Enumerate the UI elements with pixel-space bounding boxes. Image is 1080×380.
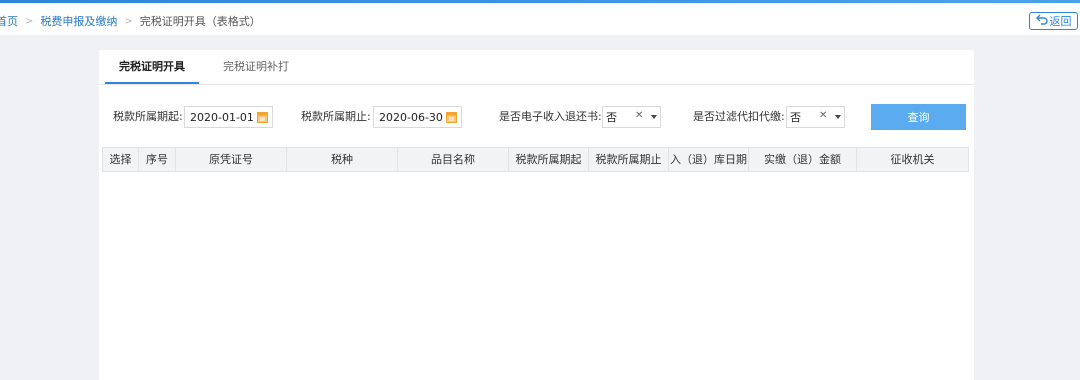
column-header-tax-authority: 征收机关 bbox=[890, 153, 935, 166]
tab-certificate-issue[interactable]: 完税证明开具 bbox=[105, 50, 199, 84]
breadcrumb-bar: 首页 > 税费申报及缴纳 > 完税证明开具（表格式） 返回 bbox=[0, 3, 1080, 35]
column-header-select: 选择 bbox=[103, 148, 139, 171]
period-end-label: 税款所属期止: bbox=[301, 110, 371, 123]
tab-bar: 完税证明开具 完税证明补打 bbox=[99, 50, 974, 85]
caret-down-icon[interactable] bbox=[651, 115, 657, 119]
column-header-period-start: 税款所属期起 bbox=[509, 148, 589, 171]
electronic-refund-select[interactable]: 否 ✕ bbox=[602, 106, 661, 128]
period-start-label: 税款所属期起: bbox=[113, 110, 183, 123]
filter-withholding-label: 是否过滤代扣代缴: bbox=[693, 110, 785, 123]
caret-down-icon[interactable] bbox=[835, 115, 841, 119]
column-header-period-end: 税款所属期止 bbox=[589, 148, 669, 171]
electronic-refund-label: 是否电子收入退还书: bbox=[499, 110, 602, 123]
filter-withholding-value: 否 bbox=[790, 111, 801, 124]
breadcrumb: 首页 > 税费申报及缴纳 > 完税证明开具（表格式） bbox=[0, 13, 261, 29]
return-arrow-icon bbox=[1035, 14, 1048, 28]
period-end-value: 2020-06-30 bbox=[379, 110, 443, 124]
clear-x-icon[interactable]: ✕ bbox=[819, 110, 827, 121]
tab-certificate-reprint[interactable]: 完税证明补打 bbox=[209, 50, 303, 84]
table-body bbox=[102, 172, 969, 372]
table-header: 选择 序号 原凭证号 税种 品目名称 税款所属期起 税款所属期止 入（退）库日期… bbox=[102, 147, 969, 172]
filter-withholding-select[interactable]: 否 ✕ bbox=[786, 106, 845, 128]
breadcrumb-home-link[interactable]: 首页 bbox=[0, 13, 18, 29]
query-button[interactable]: 查询 bbox=[871, 104, 966, 130]
breadcrumb-tax-link[interactable]: 税费申报及缴纳 bbox=[40, 13, 117, 29]
column-header-index: 序号 bbox=[139, 148, 176, 171]
back-button-label: 返回 bbox=[1049, 15, 1072, 28]
column-header-voucher-no: 原凭证号 bbox=[176, 148, 287, 171]
breadcrumb-current: 完税证明开具（表格式） bbox=[139, 15, 261, 28]
calendar-icon[interactable] bbox=[257, 111, 268, 123]
column-header-tax-type: 税种 bbox=[287, 148, 398, 171]
period-start-value: 2020-01-01 bbox=[190, 110, 254, 124]
period-end-input[interactable]: 2020-06-30 bbox=[373, 106, 462, 128]
clear-x-icon[interactable]: ✕ bbox=[635, 110, 643, 121]
electronic-refund-value: 否 bbox=[606, 111, 617, 124]
calendar-icon[interactable] bbox=[446, 111, 457, 123]
main-panel: 完税证明开具 完税证明补打 税款所属期起: 2020-01-01 税款所属期止:… bbox=[99, 50, 974, 380]
column-header-item-name: 品目名称 bbox=[398, 148, 509, 171]
back-button[interactable]: 返回 bbox=[1029, 12, 1078, 30]
period-start-input[interactable]: 2020-01-01 bbox=[184, 106, 273, 128]
column-header-storage-date: 入（退）库日期 bbox=[669, 148, 749, 171]
column-header-paid-amount: 实缴（退）金额 bbox=[749, 148, 857, 171]
breadcrumb-separator: > bbox=[124, 15, 133, 27]
breadcrumb-separator: > bbox=[25, 15, 34, 27]
